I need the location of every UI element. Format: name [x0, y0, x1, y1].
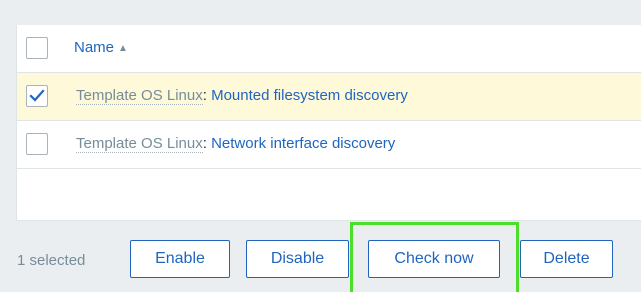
select-all-checkbox[interactable] [26, 37, 48, 59]
row-name-cell: Template OS Linux: Mounted filesystem di… [76, 87, 408, 105]
discovery-rule-link[interactable]: Network interface discovery [207, 135, 395, 152]
template-link[interactable]: Template OS Linux [76, 135, 203, 153]
table-row: Template OS Linux: Network interface dis… [17, 121, 641, 169]
row-checkbox[interactable] [26, 85, 48, 107]
sort-ascending-icon: ▲ [118, 43, 128, 54]
name-column-label[interactable]: Name [74, 39, 114, 56]
enable-button[interactable]: Enable [130, 240, 230, 278]
template-link[interactable]: Template OS Linux [76, 87, 203, 105]
mass-action-bar: 1 selected Enable Disable Check now Dele… [0, 221, 641, 292]
row-name-cell: Template OS Linux: Network interface dis… [76, 135, 395, 153]
row-checkbox[interactable] [26, 133, 48, 155]
delete-button[interactable]: Delete [520, 240, 613, 278]
disable-button[interactable]: Disable [246, 240, 349, 278]
table-row: Template OS Linux: Mounted filesystem di… [17, 73, 641, 121]
discovery-rules-table: Name ▲ Template OS Linux: Mounted filesys… [16, 25, 641, 221]
check-now-button[interactable]: Check now [368, 240, 500, 278]
discovery-rule-link[interactable]: Mounted filesystem discovery [207, 87, 408, 104]
checkmark-icon [29, 89, 45, 102]
name-column-header[interactable]: Name ▲ [74, 39, 128, 56]
selected-count: 1 selected [17, 252, 86, 269]
table-header-row: Name ▲ [17, 25, 641, 73]
